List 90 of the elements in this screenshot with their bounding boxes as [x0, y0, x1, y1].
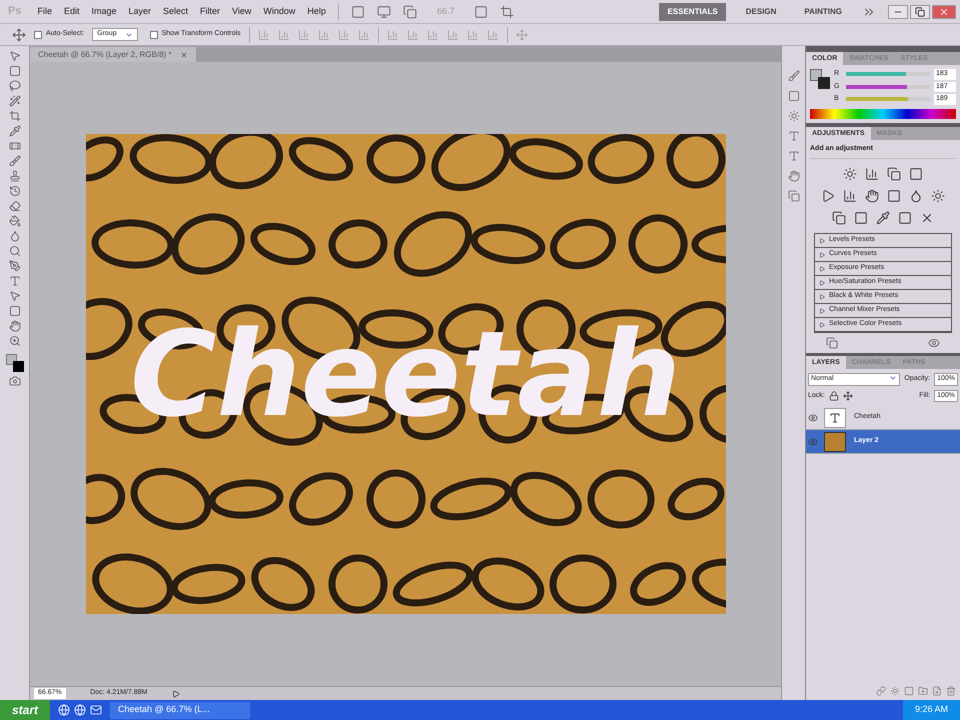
- slider-track[interactable]: [846, 84, 930, 89]
- slider-track[interactable]: [846, 72, 930, 76]
- triangle-icon: [819, 308, 825, 314]
- triangle-icon: [819, 294, 825, 300]
- triangle-icon: [819, 252, 825, 258]
- move-tool-icon[interactable]: [8, 50, 20, 62]
- adjustment-icon[interactable]: [898, 211, 912, 225]
- move-tool-icon[interactable]: [12, 28, 26, 42]
- adjustment-icon[interactable]: [909, 167, 923, 181]
- path-select-icon[interactable]: [8, 290, 20, 302]
- menu-item[interactable]: Image: [92, 4, 117, 18]
- adjustment-icon[interactable]: [832, 211, 846, 225]
- image-thumbnail: [824, 432, 846, 452]
- menu-item[interactable]: View: [232, 4, 252, 18]
- adjustment-icon[interactable]: [931, 189, 945, 203]
- hand-tool-icon[interactable]: [8, 320, 20, 332]
- restore-button[interactable]: [910, 4, 930, 18]
- menu-item[interactable]: Help: [307, 4, 326, 18]
- type-tool-icon[interactable]: [8, 275, 20, 287]
- dodge-tool-icon[interactable]: [8, 245, 20, 257]
- document-tab[interactable]: Cheetah @ 66.7% (Layer 2, RGB/8) *: [30, 47, 196, 62]
- layer-action-icon[interactable]: [918, 686, 928, 696]
- menu-item[interactable]: Select: [163, 4, 188, 18]
- eyedropper-tool-icon[interactable]: [8, 125, 20, 137]
- color-spectrum[interactable]: [810, 108, 956, 118]
- browser-icon[interactable]: [58, 704, 70, 716]
- eraser-tool-icon[interactable]: [8, 200, 20, 212]
- chevron-down-icon: [889, 374, 898, 382]
- minimize-button[interactable]: [888, 4, 908, 18]
- adjustment-icon[interactable]: [865, 167, 879, 181]
- workspace-button[interactable]: DESIGN: [738, 2, 784, 20]
- bandage-tool-icon[interactable]: [8, 140, 20, 152]
- adjustment-icon[interactable]: [887, 167, 901, 181]
- shape-tool-icon[interactable]: [8, 305, 20, 317]
- quick-mask-icon[interactable]: [8, 375, 20, 387]
- lock-icon[interactable]: [828, 390, 839, 401]
- restore-icon: [915, 6, 925, 16]
- layer-action-icon[interactable]: [904, 686, 914, 696]
- marquee-tool-icon[interactable]: [8, 65, 20, 77]
- history-brush-icon[interactable]: [8, 185, 20, 197]
- slider-track[interactable]: [846, 97, 930, 102]
- adjustment-icon[interactable]: [843, 189, 857, 203]
- taskbar-button[interactable]: Cheetah @ 66.7% (L...: [110, 702, 250, 718]
- text-layer-thumbnail: [824, 408, 846, 428]
- view-icon[interactable]: [928, 337, 940, 349]
- triangle-icon: [819, 280, 825, 286]
- start-button[interactable]: start: [0, 700, 50, 720]
- clock: 9:26 AM: [902, 700, 960, 720]
- zoom-tool-icon[interactable]: [8, 335, 20, 347]
- stamp-tool-icon[interactable]: [8, 170, 20, 182]
- lock-position-icon[interactable]: [842, 390, 853, 401]
- adjustment-icon[interactable]: [843, 167, 857, 181]
- brush-tool-icon[interactable]: [8, 155, 20, 167]
- workspace-button[interactable]: ESSENTIALS: [659, 2, 726, 20]
- triangle-icon: [819, 238, 825, 244]
- eye-icon[interactable]: [808, 412, 818, 422]
- adjustment-icon[interactable]: [865, 189, 879, 203]
- menu-item[interactable]: Edit: [64, 4, 80, 18]
- layer-action-icon[interactable]: [876, 686, 886, 696]
- checkbox[interactable]: [150, 30, 158, 38]
- lasso-tool-icon[interactable]: [8, 80, 20, 92]
- blur-tool-icon[interactable]: [8, 230, 20, 242]
- status-menu-icon[interactable]: [172, 690, 180, 698]
- color-swatches-icon[interactable]: [810, 69, 830, 89]
- adjustment-icon[interactable]: [854, 211, 868, 225]
- menu-item[interactable]: File: [37, 4, 52, 18]
- color-swatches-icon[interactable]: [6, 354, 24, 372]
- triangle-icon: [819, 266, 825, 272]
- triangle-icon: [819, 322, 825, 328]
- layer-action-icon[interactable]: [946, 686, 956, 696]
- menu-item[interactable]: Window: [263, 4, 296, 18]
- workspace-button[interactable]: PAINTING: [796, 2, 850, 20]
- layer-action-icon[interactable]: [932, 686, 942, 696]
- mail-icon[interactable]: [90, 704, 102, 716]
- bucket-tool-icon[interactable]: [8, 215, 20, 227]
- adjustment-icon[interactable]: [887, 189, 901, 203]
- adjustment-icon[interactable]: [821, 189, 835, 203]
- pen-tool-icon[interactable]: [8, 260, 20, 272]
- layer-action-icon[interactable]: [890, 686, 900, 696]
- crop-tool-icon[interactable]: [8, 110, 20, 122]
- browser-icon[interactable]: [74, 704, 86, 716]
- adjustment-icon[interactable]: [909, 189, 923, 203]
- checkbox[interactable]: [34, 30, 42, 38]
- adjustment-icon[interactable]: [920, 211, 934, 225]
- menu-item[interactable]: Layer: [128, 4, 152, 18]
- wand-tool-icon[interactable]: [8, 95, 20, 107]
- adjustment-icon[interactable]: [876, 211, 890, 225]
- menu-item[interactable]: Filter: [200, 4, 220, 18]
- close-icon: [939, 6, 949, 16]
- close-icon[interactable]: [180, 50, 188, 58]
